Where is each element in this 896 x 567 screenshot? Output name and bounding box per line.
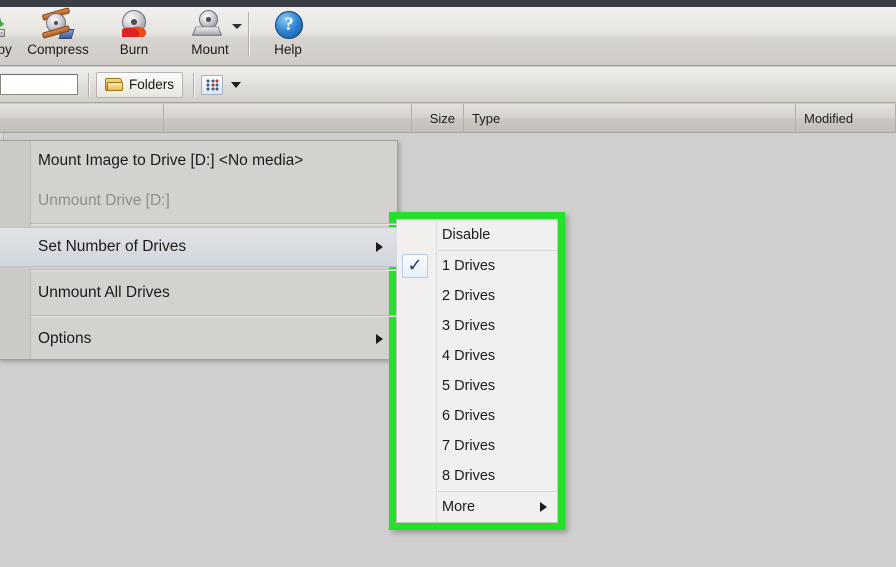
submenu-item[interactable]: 1 Drives	[397, 251, 557, 281]
toolbar-divider-2	[193, 72, 196, 97]
toolbar-divider	[88, 72, 90, 97]
submenu-item-label: 4 Drives	[442, 348, 496, 364]
submenu-item[interactable]: 7 Drives	[397, 431, 557, 461]
submenu-item[interactable]: 3 Drives	[397, 311, 557, 341]
burn-disc-icon	[117, 10, 151, 42]
toolbar-button-label: Burn	[119, 42, 149, 57]
toolbar-button-burn[interactable]: Burn	[96, 7, 172, 63]
toolbar-button-mount[interactable]: Mount	[172, 7, 248, 63]
folders-button[interactable]: Folders	[96, 71, 184, 98]
secondary-toolbar: Folders	[0, 67, 896, 103]
submenu-item-label: More	[442, 499, 476, 515]
context-menu-item-label: Options	[38, 330, 92, 347]
folders-button-label: Folders	[129, 77, 175, 92]
toolbar-button-copy[interactable]: Copy	[0, 7, 20, 63]
toolbar-button-label: Copy	[0, 42, 12, 57]
mount-context-menu: Mount Image to Drive [D:] <No media> Unmo…	[0, 140, 398, 360]
column-header-type[interactable]: Type	[464, 103, 796, 133]
column-header-label: Type	[472, 110, 501, 126]
copy-disc-icon	[0, 10, 13, 42]
context-menu-item: Unmount Drive [D:]	[0, 181, 397, 221]
context-menu-item-label: Mount Image to Drive [D:] <No media>	[38, 152, 304, 169]
column-header-modified[interactable]: Modified	[796, 103, 896, 133]
chevron-down-icon[interactable]	[232, 24, 242, 29]
submenu-item-label: 3 Drives	[442, 318, 496, 334]
context-menu-separator	[31, 223, 397, 225]
submenu-item[interactable]: 5 Drives	[397, 371, 557, 401]
submenu-item[interactable]: 6 Drives	[397, 401, 557, 431]
submenu-item-label: 1 Drives	[442, 258, 496, 274]
toolbar-button-label: Help	[274, 42, 302, 57]
column-header-row: Size Type Modified	[0, 103, 896, 133]
toolbar-button-label: Compress	[27, 42, 89, 57]
application-window: CopyCompressBurnMount?Help Folders SizeT…	[0, 0, 896, 567]
submenu-arrow-icon	[376, 334, 383, 344]
context-menu-separator	[31, 315, 397, 317]
toolbar-button-help[interactable]: ? Help	[250, 7, 326, 63]
address-input[interactable]	[0, 74, 78, 95]
submenu-item[interactable]: 8 Drives	[397, 461, 557, 491]
toolbar-button-compress[interactable]: Compress	[20, 7, 96, 63]
column-header-blank[interactable]	[164, 103, 412, 133]
submenu-item[interactable]: 2 Drives	[397, 281, 557, 311]
submenu-highlight-annotation: Disable 1 Drives 2 Drives 3 Drives 4 Drives 5…	[389, 212, 565, 530]
submenu-item-label: 8 Drives	[442, 468, 496, 484]
submenu-item-label: 2 Drives	[442, 288, 496, 304]
mount-drive-icon	[191, 10, 227, 42]
submenu-arrow-icon	[540, 502, 547, 512]
column-header-label: Modified	[804, 110, 854, 126]
context-menu-separator	[31, 269, 397, 271]
context-menu-item-label: Unmount All Drives	[38, 284, 170, 301]
submenu-arrow-icon	[376, 242, 383, 252]
submenu-item[interactable]: Disable	[397, 220, 557, 250]
submenu-item[interactable]: More	[397, 492, 557, 522]
context-menu-item[interactable]: Mount Image to Drive [D:] <No media>	[0, 141, 397, 181]
submenu-item[interactable]: 4 Drives	[397, 341, 557, 371]
submenu-item-label: Disable	[442, 227, 491, 243]
compress-disc-icon	[41, 7, 75, 42]
column-header-blank[interactable]	[0, 103, 164, 133]
column-header-size[interactable]: Size	[412, 103, 464, 133]
checkmark-icon	[402, 254, 428, 278]
context-menu-item-label: Unmount Drive [D:]	[38, 192, 170, 209]
submenu-item-label: 7 Drives	[442, 438, 496, 454]
window-title-strip	[0, 0, 896, 7]
context-menu-item[interactable]: Unmount All Drives	[0, 273, 397, 313]
help-question-icon: ?	[271, 10, 305, 42]
submenu-item-label: 6 Drives	[442, 408, 496, 424]
context-menu-item-label: Set Number of Drives	[38, 238, 187, 255]
views-grid-icon[interactable]	[201, 74, 224, 95]
column-header-label: Size	[429, 110, 455, 126]
context-menu-item[interactable]: Set Number of Drives	[0, 227, 397, 267]
context-menu-item[interactable]: Options	[0, 319, 397, 359]
set-number-of-drives-submenu: Disable 1 Drives 2 Drives 3 Drives 4 Drives 5…	[396, 219, 558, 523]
folder-icon	[105, 77, 123, 92]
submenu-item-label: 5 Drives	[442, 378, 496, 394]
main-toolbar: CopyCompressBurnMount?Help	[0, 7, 896, 66]
chevron-down-icon[interactable]	[231, 81, 242, 88]
toolbar-button-label: Mount	[191, 42, 229, 57]
